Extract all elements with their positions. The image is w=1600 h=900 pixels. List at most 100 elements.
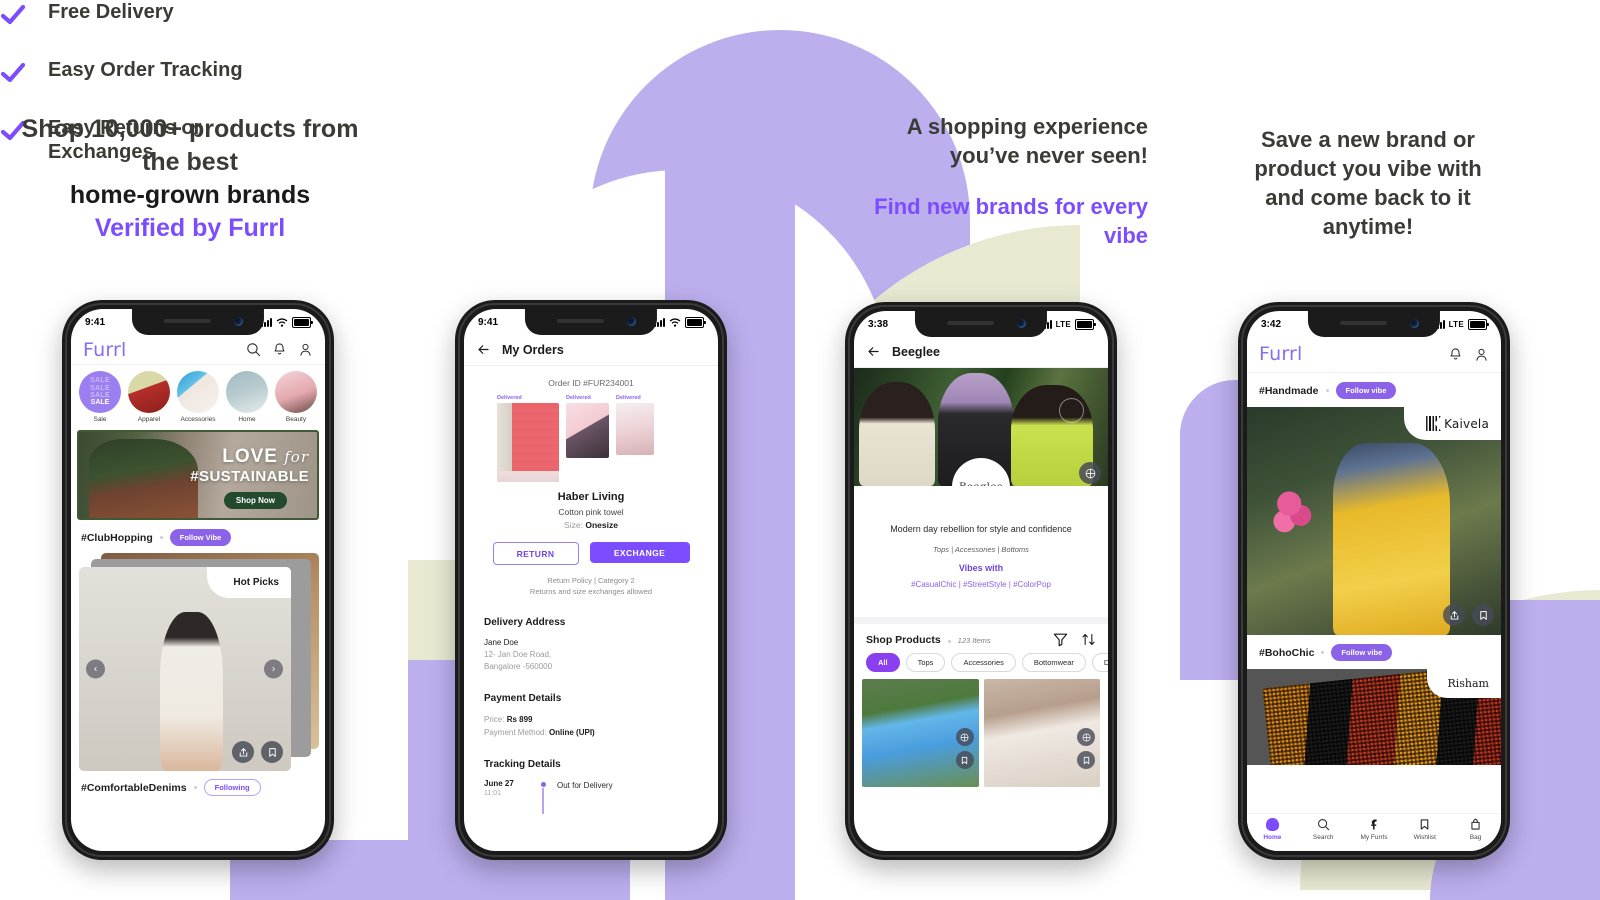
status-indicators: LTE — [1433, 318, 1489, 330]
feed-image-2[interactable]: Risham — [1247, 669, 1501, 765]
chip-tops[interactable]: Tops — [905, 653, 946, 672]
header-icons — [246, 342, 313, 357]
timeline-dot — [540, 781, 546, 787]
category-thumb — [226, 371, 268, 413]
grid-icon[interactable] — [1079, 462, 1101, 484]
follow-vibe-button[interactable]: Follow Vibe — [169, 529, 232, 546]
bell-icon[interactable] — [272, 342, 287, 357]
tab-wishlist[interactable]: Wishlist — [1399, 818, 1450, 841]
chevron-right-icon[interactable]: › — [264, 659, 283, 679]
search-icon[interactable] — [1059, 398, 1084, 423]
share-icon[interactable] — [1443, 604, 1465, 626]
filter-icon[interactable] — [1053, 632, 1068, 647]
chip-bottomwear[interactable]: Bottomwear — [1021, 653, 1086, 672]
order-action-buttons: RETURN EXCHANGE — [464, 542, 718, 565]
category-item-accessories[interactable]: Accessories — [177, 371, 219, 423]
feed-flowers — [1269, 479, 1319, 540]
chip-accessories[interactable]: Accessories — [951, 653, 1016, 672]
profile-icon[interactable] — [298, 342, 313, 357]
chip-all[interactable]: All — [866, 653, 900, 672]
exchange-button[interactable]: EXCHANGE — [589, 542, 690, 563]
vibe-tag[interactable]: #ClubHopping — [81, 532, 153, 544]
product-card[interactable]: BEEGLEE — [862, 679, 979, 787]
grid-icon[interactable] — [1077, 728, 1095, 746]
share-icon[interactable] — [232, 741, 254, 763]
sale-main-text: SALE — [90, 399, 110, 407]
category-item-beauty[interactable]: Beauty — [275, 371, 317, 423]
product-card[interactable]: BEEGLEE — [983, 679, 1100, 787]
bell-icon[interactable] — [1448, 347, 1463, 362]
tab-search[interactable]: Search — [1298, 818, 1349, 841]
phone-screen: 9:41 Furrl SALE SALE SALE SALE Sale Appa… — [71, 309, 325, 851]
bookmark-icon[interactable] — [955, 751, 974, 769]
order-thumb[interactable]: Delivered — [497, 395, 559, 482]
battery-icon — [292, 316, 313, 328]
sale-badge: SALE SALE SALE SALE — [79, 371, 121, 413]
brand-name[interactable]: Risham — [1427, 669, 1501, 698]
shop-products-title: Shop Products — [866, 633, 941, 646]
brand-tag[interactable]: Kaivela — [1404, 407, 1501, 440]
vibe-tags[interactable]: #CasualChic | #StreetStyle | #ColorPop — [854, 580, 1108, 589]
furrl-logo: Furrl — [1259, 343, 1303, 365]
category-thumb — [128, 371, 170, 413]
check-icon — [0, 60, 26, 86]
app-body: My Orders Order ID #FUR234001 Delivered … — [464, 335, 718, 851]
vibe-tag[interactable]: #ComfortableDenims — [81, 782, 187, 794]
profile-icon[interactable] — [1474, 347, 1489, 362]
furrl-logo-icon — [1371, 819, 1378, 830]
battery-icon — [685, 316, 706, 328]
hero-title: LOVE for — [222, 446, 309, 468]
vibe-tag[interactable]: #BohoChic — [1259, 647, 1314, 659]
product-card-actions — [955, 728, 974, 769]
notch — [914, 311, 1048, 337]
product-image — [159, 611, 224, 771]
order-thumb[interactable]: Delivered — [566, 395, 609, 458]
product-size: Size: Onesize — [464, 520, 718, 530]
sort-icon[interactable] — [1081, 632, 1096, 647]
header-icons — [1448, 347, 1489, 362]
hero-banner[interactable]: LOVE for #SUSTAINABLE Shop Now — [77, 430, 319, 520]
phone-mockup-orders: 9:41 My Orders Order ID #FUR234001 Deliv… — [455, 300, 727, 860]
card-front[interactable]: Hot Picks ‹ › — [79, 567, 291, 771]
search-icon[interactable] — [246, 342, 261, 357]
battery-icon — [1468, 318, 1489, 330]
following-button[interactable]: Following — [203, 779, 261, 796]
furrl-logo: Furrl — [83, 338, 127, 361]
app-header: Furrl — [71, 335, 325, 365]
follow-vibe-button[interactable]: Follow vibe — [1335, 382, 1397, 399]
tab-home[interactable]: Home — [1247, 818, 1298, 841]
grid-icon[interactable] — [955, 728, 974, 746]
category-thumb — [275, 371, 317, 413]
wifi-icon — [669, 317, 681, 327]
back-arrow-icon[interactable] — [866, 344, 881, 359]
status-time: 9:41 — [478, 316, 499, 328]
bookmark-icon[interactable] — [261, 741, 283, 763]
status-time: 3:42 — [1261, 318, 1282, 330]
tab-bag[interactable]: Bag — [1450, 818, 1501, 841]
size-label: Size: — [564, 520, 583, 530]
tracking-row: June 27 11:01 Out for Delivery — [484, 779, 698, 814]
brand-logo-text: Beeglee — [959, 481, 1003, 486]
bookmark-icon[interactable] — [1472, 604, 1494, 626]
category-item-sale[interactable]: SALE SALE SALE SALE Sale — [79, 371, 121, 423]
order-thumb[interactable]: Delivered — [616, 395, 654, 455]
chip-more[interactable]: D — [1091, 653, 1108, 672]
front-camera — [1016, 319, 1026, 328]
headline-line-2: the best — [142, 148, 238, 176]
feed-image-1[interactable]: Kaivela — [1247, 407, 1501, 635]
vibe-tag[interactable]: #Handmade — [1259, 385, 1319, 397]
tab-my-furrls[interactable]: My Furrls — [1349, 818, 1400, 841]
bookmark-icon[interactable] — [1077, 751, 1095, 769]
status-indicators: LTE — [1040, 318, 1096, 330]
item-count: 123 Items — [957, 635, 991, 645]
category-item-home[interactable]: Home — [226, 371, 268, 423]
tab-label: Home — [1263, 834, 1282, 841]
shop-products-tools — [1053, 632, 1096, 647]
vibe-row-top: #ClubHopping Follow Vibe — [71, 520, 325, 551]
follow-vibe-button[interactable]: Follow vibe — [1331, 644, 1393, 661]
chevron-left-icon[interactable]: ‹ — [86, 659, 105, 679]
return-button[interactable]: RETURN — [492, 542, 579, 565]
shop-now-button[interactable]: Shop Now — [223, 492, 287, 509]
back-arrow-icon[interactable] — [476, 342, 491, 357]
category-item-apparel[interactable]: Apparel — [128, 371, 170, 423]
